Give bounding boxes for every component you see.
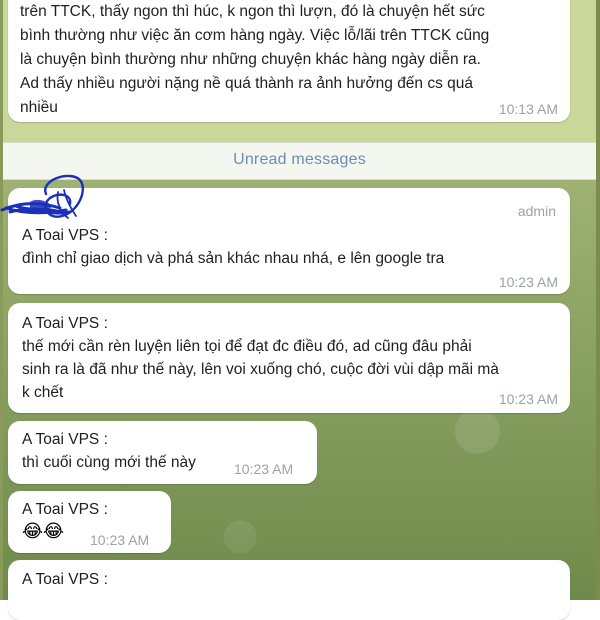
unread-messages-label: Unread messages bbox=[233, 151, 366, 168]
message-timestamp: 10:13 AM bbox=[498, 101, 558, 117]
message-bubble-previous: trên TTCK, thấy ngon thì húc, k ngon thì… bbox=[8, 0, 570, 122]
message-line: trên TTCK, thấy ngon thì húc, k ngon thì… bbox=[20, 3, 485, 20]
laughing-emoji-icon: 😂😂 bbox=[22, 521, 65, 541]
message-sender: A Toai VPS : bbox=[22, 315, 108, 332]
pen-scribble-mark bbox=[0, 174, 85, 219]
message-timestamp: 10:23 AM bbox=[498, 274, 558, 290]
message-line: k chết bbox=[22, 384, 64, 401]
message-line: bình thường như việc ăn cơm hàng ngày. V… bbox=[20, 27, 490, 44]
frame-right-edge bbox=[596, 0, 600, 600]
message-timestamp: 10:23 AM bbox=[234, 461, 294, 477]
message-line: đình chỉ giao dịch và phá sản khác nhau … bbox=[22, 250, 445, 267]
message-timestamp: 10:23 AM bbox=[498, 391, 558, 407]
frame-left-edge bbox=[0, 0, 3, 600]
message-sender: A Toai VPS : bbox=[22, 571, 108, 588]
message-bubble[interactable]: A Toai VPS : bbox=[8, 560, 570, 620]
message-sender: A Toai VPS : bbox=[22, 431, 108, 448]
message-line: nhiều bbox=[20, 99, 58, 116]
message-line: là chuyện bình thường như những chuyện k… bbox=[20, 51, 481, 68]
message-line: thế mới cần rèn luyện liên tọi để đạt đc… bbox=[22, 338, 472, 355]
message-bubble[interactable]: A Toai VPS : thì cuối cùng mới thế này 1… bbox=[8, 421, 317, 484]
message-sender: A Toai VPS : bbox=[22, 501, 108, 518]
message-timestamp: 10:23 AM bbox=[90, 532, 150, 548]
message-line: sinh ra là đã như thế này, lên voi xuống… bbox=[22, 361, 499, 378]
message-line: thì cuối cùng mới thế này bbox=[22, 454, 196, 471]
message-line: Ad thấy nhiều người nặng nề quá thành ra… bbox=[20, 75, 474, 92]
admin-badge: admin bbox=[517, 203, 556, 219]
message-bubble[interactable]: A Toai VPS : thế mới cần rèn luyện liên … bbox=[8, 303, 570, 413]
message-bubble[interactable]: A Toai VPS : 😂😂 10:23 AM bbox=[8, 491, 171, 553]
